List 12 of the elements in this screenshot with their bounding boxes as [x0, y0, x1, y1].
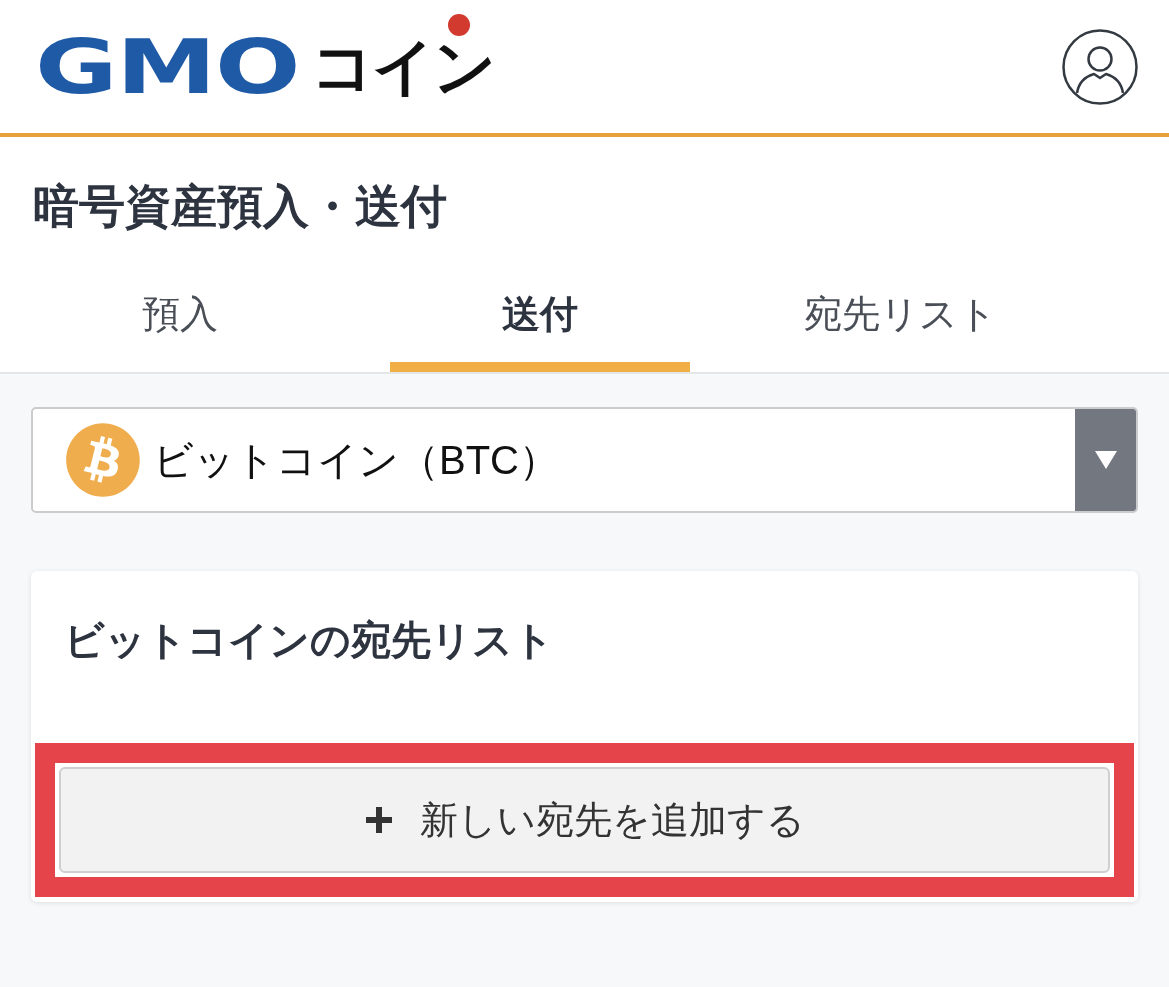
page-title: 暗号資産預入・送付	[32, 179, 448, 234]
logo-brand-text: GMO	[35, 26, 300, 107]
caret-down-icon	[1094, 451, 1117, 469]
add-address-button[interactable]: 新しい宛先を追加する	[59, 767, 1110, 873]
dropdown-toggle[interactable]	[1075, 409, 1136, 511]
currency-select[interactable]: ビットコイン（BTC）	[31, 407, 1138, 513]
bitcoin-icon	[65, 422, 141, 498]
plus-icon	[364, 805, 394, 835]
select-value: ビットコイン（BTC）	[153, 437, 559, 484]
logo-product-text: コイン	[311, 31, 495, 101]
user-profile-icon[interactable]	[1062, 28, 1138, 105]
card-title: ビットコインの宛先リスト	[63, 617, 555, 664]
